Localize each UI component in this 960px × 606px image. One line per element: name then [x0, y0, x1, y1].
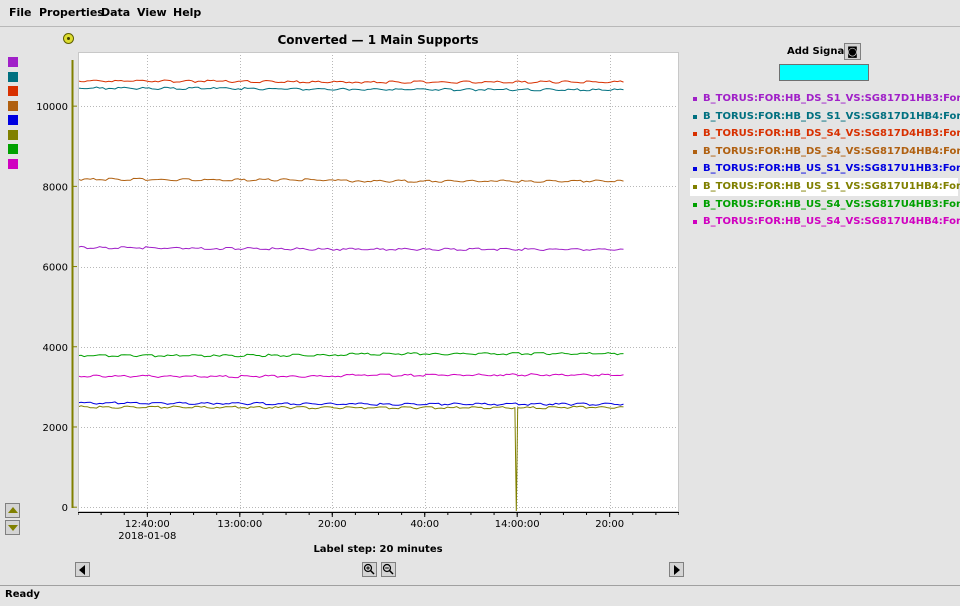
series-line-8 [78, 373, 624, 379]
y-axis: 0 2000 4000 6000 8000 10000 [36, 60, 77, 514]
add-signal-input[interactable] [779, 64, 869, 81]
status-bar: Ready [0, 585, 960, 606]
legend-marker [693, 202, 697, 207]
scroll-left-button[interactable] [75, 562, 90, 577]
y-tick-label: 4000 [43, 343, 68, 354]
add-signal-label: Add Signal [787, 46, 848, 57]
menu-file[interactable]: File [9, 6, 32, 19]
x-tick-label: 14:00:00 [495, 519, 540, 530]
legend-marker [693, 132, 697, 137]
legend-item[interactable]: B_TORUS:FOR:HB_US_S1_VS:SG817U1HB3:Force [690, 160, 960, 178]
series-line-6 [78, 405, 624, 512]
triangle-up-icon [8, 507, 18, 513]
legend-item[interactable]: B_TORUS:FOR:HB_DS_S4_VS:SG817D4HB4:Force [690, 143, 960, 161]
legend-item[interactable]: B_TORUS:FOR:HB_DS_S1_VS:SG817D1HB4:Force [690, 108, 960, 126]
menu-bar: File Properties Data View Help [0, 0, 960, 27]
x-tick-label: 13:00:00 [217, 519, 262, 530]
legend-item[interactable]: B_TORUS:FOR:HB_US_S4_VS:SG817U4HB4:Force [690, 213, 960, 231]
legend-marker [693, 97, 697, 101]
scale-down-button[interactable] [5, 520, 20, 535]
x-tick-label: 20:00 [318, 519, 347, 530]
legend-marker [693, 114, 697, 119]
legend-label: B_TORUS:FOR:HB_US_S1_VS:SG817U1HB4:Force [703, 180, 960, 192]
x-tick-label: 12:40:00 [125, 519, 170, 530]
x-tick-label: 40:00 [410, 519, 439, 530]
legend-label: B_TORUS:FOR:HB_US_S4_VS:SG817U4HB3:Force [703, 198, 960, 210]
series-line-7 [78, 351, 624, 358]
legend-label: B_TORUS:FOR:HB_DS_S4_VS:SG817D4HB3:Force [703, 128, 960, 140]
menu-help[interactable]: Help [173, 6, 201, 19]
x-tick-sublabel: 2018-01-08 [118, 531, 176, 542]
legend-marker [693, 149, 697, 154]
legend-label: B_TORUS:FOR:HB_DS_S4_VS:SG817D4HB4:Force [703, 145, 960, 157]
y-tick-label: 6000 [43, 263, 68, 274]
menu-data[interactable]: Data [101, 6, 130, 19]
status-text: Ready [5, 589, 40, 600]
y-tick-label: 8000 [43, 182, 68, 193]
triangle-down-icon [8, 525, 18, 531]
series-line-5 [78, 401, 624, 406]
zoom-in-button[interactable] [362, 562, 377, 577]
binoculars-icon[interactable]: ◙ [844, 43, 861, 60]
y-tick-label: 0 [62, 503, 68, 514]
triangle-right-icon [674, 565, 680, 575]
label-step: Label step: 20 minutes [313, 544, 443, 555]
y-tick-label: 2000 [43, 423, 68, 434]
scale-up-button[interactable] [5, 503, 20, 518]
legend-marker [693, 167, 697, 172]
legend-label: B_TORUS:FOR:HB_DS_S1_VS:SG817D1HB4:Force [703, 110, 960, 122]
series-line-4 [78, 177, 624, 183]
legend-label: B_TORUS:FOR:HB_US_S4_VS:SG817U4HB4:Force [703, 216, 960, 228]
legend-item[interactable]: B_TORUS:FOR:HB_US_S1_VS:SG817U1HB4:Force [690, 177, 960, 196]
triangle-left-icon [79, 565, 85, 575]
legend-marker [693, 184, 697, 189]
legend-label: B_TORUS:FOR:HB_US_S1_VS:SG817U1HB3:Force [703, 163, 960, 175]
legend-item[interactable]: B_TORUS:FOR:HB_DS_S1_VS:SG817D1HB3:Force [690, 90, 960, 108]
zoom-in-icon [363, 563, 375, 575]
scroll-right-button[interactable] [669, 562, 684, 577]
chart-title: Converted — 1 Main Supports [277, 33, 479, 47]
y-tick-label: 10000 [36, 102, 68, 113]
legend-label: B_TORUS:FOR:HB_DS_S1_VS:SG817D1HB3:Force [703, 93, 960, 104]
x-tick-label: 20:00 [595, 519, 624, 530]
legend-marker [693, 220, 697, 225]
plot-border [78, 52, 679, 512]
series-line-3 [78, 79, 624, 84]
legend-item[interactable]: B_TORUS:FOR:HB_US_S4_VS:SG817U4HB3:Force [690, 196, 960, 214]
zoom-out-button[interactable] [381, 562, 396, 577]
plot-area [78, 52, 679, 512]
legend-item[interactable]: B_TORUS:FOR:HB_DS_S4_VS:SG817D4HB3:Force [690, 125, 960, 143]
menu-view[interactable]: View [137, 6, 167, 19]
menu-properties[interactable]: Properties [39, 6, 104, 19]
series-line-2 [78, 86, 624, 92]
zoom-out-icon [382, 563, 394, 575]
x-axis: 12:40:002018-01-08 13:00:00 20:00 40:00 14:0… [78, 512, 679, 542]
legend: B_TORUS:FOR:HB_DS_S1_VS:SG817D1HB3:Force… [690, 90, 960, 231]
series-line-1 [78, 245, 624, 252]
